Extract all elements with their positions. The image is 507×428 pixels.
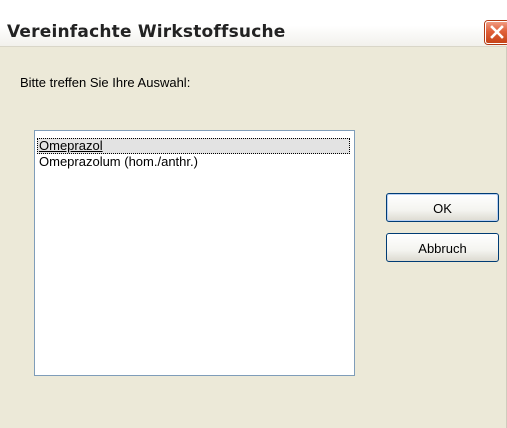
ok-button[interactable]: OK: [386, 193, 499, 222]
list-item-omeprazolum[interactable]: Omeprazolum (hom./anthr.): [37, 154, 198, 170]
list-item-omeprazol[interactable]: Omeprazol: [37, 138, 350, 154]
window-title: Vereinfachte Wirkstoffsuche: [7, 22, 286, 42]
substance-listbox[interactable]: Omeprazol Omeprazolum (hom./anthr.): [34, 130, 355, 376]
close-icon: [490, 25, 504, 39]
dialog-window: Vereinfachte Wirkstoffsuche Bitte treffe…: [0, 0, 507, 428]
cancel-button[interactable]: Abbruch: [386, 233, 499, 262]
close-button[interactable]: [485, 21, 507, 44]
title-bar: Vereinfachte Wirkstoffsuche: [0, 0, 507, 47]
selection-prompt: Bitte treffen Sie Ihre Auswahl:: [20, 75, 191, 90]
